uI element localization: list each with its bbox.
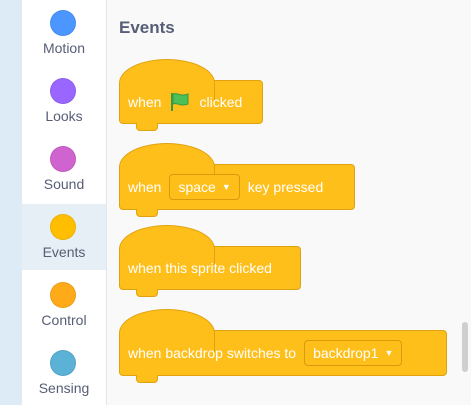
sound-color-dot-icon: [50, 146, 76, 172]
backdrop-dropdown[interactable]: backdrop1 ▼: [304, 340, 403, 366]
category-label: Sensing: [38, 380, 90, 396]
block-text-when: when: [128, 94, 162, 110]
category-label: Sound: [43, 176, 85, 192]
block-notch: [136, 289, 158, 297]
green-flag-icon: [171, 93, 189, 111]
category-motion[interactable]: Motion: [22, 0, 106, 66]
category-control[interactable]: Control: [22, 272, 106, 338]
category-label: Looks: [45, 108, 83, 124]
palette-section-title: Events: [119, 18, 175, 37]
category-label: Control: [41, 312, 87, 328]
when-flag-clicked-block[interactable]: when clicked: [119, 59, 263, 131]
category-events[interactable]: Events: [22, 204, 106, 270]
category-looks[interactable]: Looks: [22, 68, 106, 134]
motion-color-dot-icon: [50, 10, 76, 36]
when-key-pressed-block[interactable]: when space ▼ key pressed: [119, 143, 355, 217]
category-label: Motion: [42, 40, 86, 56]
category-menu: Motion Looks Sound Events Control Sensin…: [22, 0, 107, 405]
when-backdrop-switches-block[interactable]: when backdrop switches to backdrop1 ▼: [119, 309, 447, 383]
scratch-editor: Motion Looks Sound Events Control Sensin…: [22, 0, 471, 405]
palette-scrollbar[interactable]: [462, 322, 468, 372]
block-text-clicked: clicked: [199, 94, 243, 110]
when-sprite-clicked-block[interactable]: when this sprite clicked: [119, 225, 301, 297]
category-label: Events: [42, 244, 86, 260]
events-color-dot-icon: [50, 214, 76, 240]
block-text-when: when: [128, 179, 162, 195]
control-color-dot-icon: [50, 282, 76, 308]
chevron-down-icon: ▼: [221, 181, 231, 192]
backdrop-dropdown-value: backdrop1: [313, 345, 379, 361]
block-text-when-backdrop: when backdrop switches to: [128, 345, 297, 361]
block-notch: [136, 123, 158, 131]
sensing-color-dot-icon: [50, 350, 76, 376]
key-dropdown[interactable]: space ▼: [169, 174, 240, 200]
block-notch: [136, 375, 158, 383]
category-sensing[interactable]: Sensing: [22, 340, 106, 405]
block-text: when this sprite clicked: [128, 260, 272, 276]
block-notch: [136, 209, 158, 217]
category-sound[interactable]: Sound: [22, 136, 106, 202]
key-dropdown-value: space: [178, 179, 216, 195]
block-palette: Events when clicked when space ▼ key pre…: [107, 0, 471, 405]
looks-color-dot-icon: [50, 78, 76, 104]
block-text-key-pressed: key pressed: [247, 179, 324, 195]
chevron-down-icon: ▼: [384, 347, 394, 358]
